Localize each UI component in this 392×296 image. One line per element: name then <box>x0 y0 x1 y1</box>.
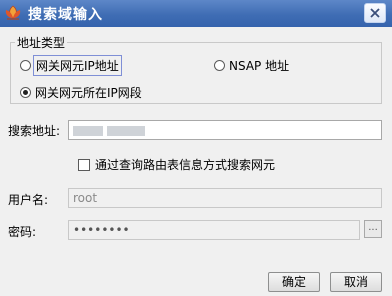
cancel-button[interactable]: 取消 <box>330 272 382 292</box>
radio-button-circle <box>20 87 31 98</box>
radio-button-circle <box>214 60 225 71</box>
username-label: 用户名: <box>8 193 49 207</box>
lotus-logo-icon <box>4 4 22 22</box>
radio-gateway-ip-segment-label: 网关网元所在IP网段 <box>35 86 142 100</box>
redacted-text <box>73 125 103 136</box>
radio-nsap-address-label: NSAP 地址 <box>229 59 290 73</box>
search-address-input[interactable] <box>68 120 382 140</box>
password-browse-button[interactable]: ... <box>364 220 382 238</box>
route-table-search-label: 通过查询路由表信息方式搜索网元 <box>95 158 276 172</box>
search-address-label: 搜索地址: <box>8 124 61 138</box>
address-type-legend: 地址类型 <box>17 36 66 50</box>
radio-gateway-ip-segment[interactable]: 网关网元所在IP网段 <box>20 84 142 101</box>
ok-button[interactable]: 确定 <box>268 272 320 292</box>
checkbox-box <box>78 158 90 171</box>
close-icon <box>370 8 380 18</box>
radio-gateway-ip[interactable]: 网关网元IP地址 <box>20 55 122 76</box>
redacted-text <box>107 125 145 136</box>
title-bar[interactable]: 搜索域输入 <box>0 0 392 27</box>
username-input[interactable]: root <box>68 188 382 208</box>
close-button[interactable] <box>364 3 386 23</box>
password-label: 密码: <box>8 225 37 239</box>
password-input[interactable]: •••••••• <box>68 220 360 240</box>
radio-gateway-ip-label: 网关网元IP地址 <box>33 55 122 76</box>
window-title: 搜索域输入 <box>28 7 103 23</box>
radio-nsap-address[interactable]: NSAP 地址 <box>214 57 289 74</box>
search-domain-dialog: 搜索域输入 地址类型 网关网元IP地址 NSAP 地址 网关网元所在IP网段 搜… <box>0 0 392 296</box>
radio-button-circle <box>20 60 31 71</box>
route-table-search-checkbox[interactable]: 通过查询路由表信息方式搜索网元 <box>78 156 275 173</box>
